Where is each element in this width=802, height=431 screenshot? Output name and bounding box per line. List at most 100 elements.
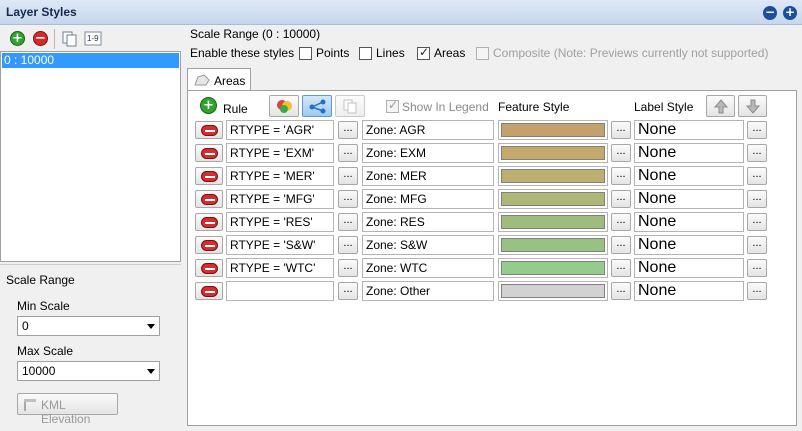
edit-feature-style-button[interactable]: ... [611,236,631,254]
areas-checkbox[interactable]: ✓ [417,45,430,60]
edit-label-style-button[interactable]: ... [747,213,767,231]
list-item[interactable]: 0 : 10000 [2,53,179,68]
rule-filter-field[interactable]: RTYPE = 'S&W' [226,235,334,255]
edit-feature-style-button[interactable]: ... [611,167,631,185]
points-checkbox[interactable] [299,47,312,60]
edit-filter-button[interactable]: ... [338,236,358,254]
delete-rule-button[interactable] [195,259,223,277]
rule-filter-field[interactable]: RTYPE = 'WTC' [226,258,334,278]
delete-rule-button[interactable] [195,121,223,139]
edit-filter-button[interactable]: ... [338,282,358,300]
color-swatch [501,123,605,137]
ellipsis-label: ... [616,145,626,157]
ellipsis-label: ... [343,145,353,157]
copy-rule-button[interactable] [335,95,365,117]
edit-feature-style-button[interactable]: ... [611,190,631,208]
edit-label-style-button[interactable]: ... [747,121,767,139]
rule-filter-field[interactable] [226,281,334,301]
edit-filter-button[interactable]: ... [338,190,358,208]
edit-filter-button[interactable]: ... [338,144,358,162]
edit-label-style-button[interactable]: ... [747,236,767,254]
move-up-button[interactable] [706,95,735,117]
edit-filter-button[interactable]: ... [338,167,358,185]
show-in-legend-checkbox[interactable]: ✓ [386,98,399,113]
ellipsis-label: ... [752,260,762,272]
rule-filter-field[interactable]: RTYPE = 'MFG' [226,189,334,209]
ellipsis-label: ... [752,214,762,226]
edit-feature-style-button[interactable]: ... [611,121,631,139]
label-style-field[interactable]: None [634,120,744,140]
table-row: RTYPE = 'AGR' ... Zone: AGR ... None ... [188,119,796,141]
edit-feature-style-button[interactable]: ... [611,259,631,277]
remove-layer-button[interactable]: − [33,31,48,46]
label-style-text: None [638,259,677,276]
edit-label-style-button[interactable]: ... [747,259,767,277]
edit-label-style-button[interactable]: ... [747,282,767,300]
legend-label-field[interactable]: Zone: RES [362,212,494,232]
color-swatch [501,169,605,183]
legend-label-field[interactable]: Zone: AGR [362,120,494,140]
edit-label-style-button[interactable]: ... [747,190,767,208]
table-row: RTYPE = 'S&W' ... Zone: S&W ... None ... [188,234,796,256]
edit-feature-style-button[interactable]: ... [611,213,631,231]
rule-filter-field[interactable]: RTYPE = 'RES' [226,212,334,232]
edit-label-style-button[interactable]: ... [747,167,767,185]
ellipsis-label: ... [616,237,626,249]
tab-areas[interactable]: Areas [187,68,251,91]
edit-filter-button[interactable]: ... [338,213,358,231]
delete-rule-button[interactable] [195,213,223,231]
legend-label-field[interactable]: Zone: MFG [362,189,494,209]
theme-icon [277,100,292,113]
duplicate-layer-button[interactable] [60,30,78,48]
delete-rule-button[interactable] [195,144,223,162]
table-row: RTYPE = 'MFG' ... Zone: MFG ... None ... [188,188,796,210]
edit-feature-style-button[interactable]: ... [611,282,631,300]
delete-rule-button[interactable] [195,190,223,208]
label-style-field[interactable]: None [634,212,744,232]
add-rule-button[interactable]: + [200,97,217,114]
rule-filter-field[interactable]: RTYPE = 'AGR' [226,120,334,140]
delete-rule-button[interactable] [195,236,223,254]
rule-filter-field[interactable]: RTYPE = 'MER' [226,166,334,186]
label-style-field[interactable]: None [634,166,744,186]
delete-rule-button[interactable] [195,282,223,300]
delete-rule-button[interactable] [195,167,223,185]
add-layer-button[interactable]: + [10,31,25,46]
scale-range-list[interactable]: 0 : 10000 [0,51,181,262]
rule-filter-text: RTYPE = 'MER' [230,169,315,183]
legend-label-field[interactable]: Zone: EXM [362,143,494,163]
sort-layers-button[interactable]: 1-9 [84,30,102,48]
lines-checkbox[interactable] [359,47,372,60]
legend-label-field[interactable]: Zone: MER [362,166,494,186]
max-scale-select[interactable]: 10000 [17,361,160,381]
ellipsis-label: ... [616,191,626,203]
edit-filter-button[interactable]: ... [338,259,358,277]
edit-feature-style-button[interactable]: ... [611,144,631,162]
delete-icon [201,194,218,205]
legend-label-field[interactable]: Zone: Other [362,281,494,301]
label-style-field[interactable]: None [634,235,744,255]
kml-elevation-button[interactable]: KML Elevation [17,393,118,426]
min-scale-select[interactable]: 0 [17,316,160,336]
delete-icon [201,263,218,274]
move-down-button[interactable] [738,95,767,117]
composite-label: Composite (Note: Previews currently not … [493,46,769,60]
legend-label-text: Zone: AGR [366,123,426,137]
plus-icon: + [203,98,214,113]
composite-checkbox[interactable] [476,47,489,60]
legend-label-text: Zone: Other [366,284,431,298]
label-style-field[interactable]: None [634,258,744,278]
label-style-field[interactable]: None [634,281,744,301]
expand-button[interactable]: + [783,6,797,20]
label-style-field[interactable]: None [634,189,744,209]
apply-theme-button[interactable] [269,95,299,117]
layer-toolbar: + − 1-9 [2,27,180,51]
edit-filter-button[interactable]: ... [338,121,358,139]
legend-label-field[interactable]: Zone: S&W [362,235,494,255]
collapse-button[interactable]: − [763,6,777,20]
rule-filter-field[interactable]: RTYPE = 'EXM' [226,143,334,163]
label-style-field[interactable]: None [634,143,744,163]
legend-label-field[interactable]: Zone: WTC [362,258,494,278]
edit-label-style-button[interactable]: ... [747,144,767,162]
share-button[interactable] [302,95,332,117]
